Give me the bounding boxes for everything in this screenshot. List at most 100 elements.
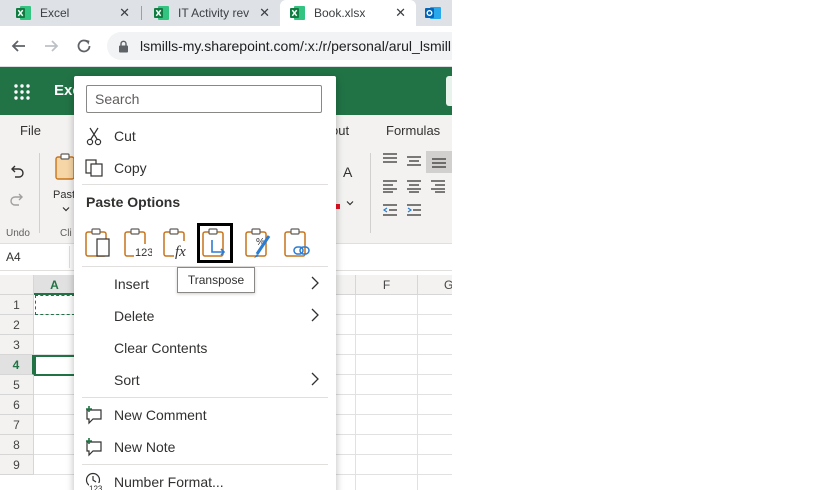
row-header-7[interactable]: 7 <box>0 415 34 435</box>
increase-indent-icon[interactable] <box>406 203 422 217</box>
header-button[interactable] <box>446 76 452 106</box>
number-format-glyph: 123 <box>89 485 103 490</box>
new-note-icon <box>86 438 102 457</box>
ribbon-separator <box>370 153 371 233</box>
menu-item-label: New Note <box>114 439 176 455</box>
transpose-tooltip: Transpose <box>177 267 255 293</box>
chevron-right-icon <box>311 308 319 322</box>
scissors-icon <box>86 127 102 146</box>
row-header-6[interactable]: 6 <box>0 395 34 415</box>
row-header-5[interactable]: 5 <box>0 375 34 395</box>
chevron-right-icon <box>311 276 319 290</box>
app-launcher-icon[interactable] <box>13 83 31 101</box>
menu-item-number-format[interactable]: 123 Number Format... <box>74 467 336 490</box>
tab-label: Excel <box>40 6 70 20</box>
menu-item-copy[interactable]: Copy <box>74 153 336 183</box>
paste-formatting-icon[interactable]: % <box>243 226 273 260</box>
row-header-2[interactable]: 2 <box>0 315 34 335</box>
menu-item-clear-contents[interactable]: Clear Contents <box>74 333 336 363</box>
back-arrow-icon[interactable] <box>9 36 29 56</box>
align-bottom-selected[interactable] <box>426 151 452 173</box>
paste-transpose-icon[interactable] <box>197 223 233 263</box>
align-left-icon[interactable] <box>382 179 398 193</box>
menu-item-label: Number Format... <box>114 474 224 490</box>
tab-file[interactable]: File <box>20 123 41 138</box>
menu-item-cut[interactable]: Cut <box>74 121 336 151</box>
align-top-icon[interactable] <box>382 152 398 166</box>
menu-item-label: Insert <box>114 276 150 292</box>
tab-strip: Excel ✕ IT Activity rev ✕ Book.xlsx ✕ <box>0 0 452 26</box>
menu-item-label: New Comment <box>114 407 207 423</box>
row-header-4[interactable]: 4 <box>0 355 34 375</box>
tab-excel[interactable]: Excel ✕ <box>0 0 140 26</box>
undo-group-label: Undo <box>6 228 30 239</box>
paste-label[interactable]: Past <box>53 189 75 201</box>
tab-it-activity[interactable]: IT Activity rev ✕ <box>142 0 280 26</box>
column-header-f[interactable]: F <box>356 275 418 295</box>
address-bar: lsmills-my.sharepoint.com/:x:/r/personal… <box>0 26 452 67</box>
active-cell[interactable] <box>34 355 76 376</box>
row-header-3[interactable]: 3 <box>0 335 34 355</box>
tab-book-xlsx[interactable]: Book.xlsx ✕ <box>280 0 416 26</box>
tab-label: IT Activity rev <box>178 6 250 20</box>
excel-icon <box>16 6 31 20</box>
align-bottom-icon <box>432 158 446 168</box>
column-header-a[interactable]: A <box>34 275 76 295</box>
select-all-corner[interactable] <box>0 275 34 295</box>
menu-item-label: Delete <box>114 308 155 324</box>
decrease-indent-icon[interactable] <box>382 203 398 217</box>
ribbon-separator <box>39 153 40 233</box>
paste-values-icon[interactable]: 123 <box>122 226 152 260</box>
menu-item-sort[interactable]: Sort <box>74 365 336 395</box>
chevron-right-icon <box>311 372 319 386</box>
tab-outlook[interactable] <box>416 0 452 26</box>
paste-icon[interactable] <box>83 226 113 260</box>
lock-icon <box>119 40 128 53</box>
paste-formulas-glyph: fx <box>175 244 186 260</box>
align-middle-icon[interactable] <box>406 154 422 168</box>
redo-icon[interactable] <box>8 191 26 209</box>
browser-window: Excel ✕ IT Activity rev ✕ Book.xlsx ✕ ls… <box>0 0 452 490</box>
close-icon[interactable]: ✕ <box>395 5 406 21</box>
omnibox[interactable]: lsmills-my.sharepoint.com/:x:/r/personal… <box>107 32 452 60</box>
menu-search-input[interactable] <box>86 85 322 113</box>
menu-item-new-note[interactable]: New Note <box>74 432 336 462</box>
row-header-8[interactable]: 8 <box>0 435 34 455</box>
url-text: lsmills-my.sharepoint.com/:x:/r/personal… <box>140 38 451 54</box>
excel-icon <box>290 6 305 20</box>
paste-link-icon[interactable] <box>282 226 312 260</box>
undo-icon[interactable] <box>8 163 26 181</box>
close-icon[interactable]: ✕ <box>259 5 270 21</box>
grid-line <box>417 295 418 490</box>
grow-font-icon[interactable]: A <box>343 164 352 180</box>
row-header-1[interactable]: 1 <box>0 295 34 315</box>
forward-arrow-icon[interactable] <box>41 36 61 56</box>
menu-separator <box>82 184 328 185</box>
paste-values-glyph: 123 <box>135 247 152 259</box>
new-comment-icon <box>86 406 102 425</box>
menu-separator <box>82 397 328 398</box>
chevron-down-icon[interactable] <box>62 205 70 213</box>
tab-label: Book.xlsx <box>314 6 366 20</box>
menu-item-label: Cut <box>114 128 136 144</box>
tab-formulas[interactable]: Formulas <box>386 123 440 138</box>
menu-item-new-comment[interactable]: New Comment <box>74 400 336 430</box>
menu-item-label: Copy <box>114 160 147 176</box>
name-box[interactable]: A4 <box>0 246 70 268</box>
reload-icon[interactable] <box>74 36 94 56</box>
copy-marquee <box>35 295 75 315</box>
align-center-icon[interactable] <box>406 179 422 193</box>
clipboard-group-label: Cli <box>60 228 72 239</box>
menu-item-delete[interactable]: Delete <box>74 301 336 331</box>
number-format-icon: 123 <box>85 472 104 490</box>
chevron-down-icon[interactable] <box>346 199 354 207</box>
paste-icon[interactable] <box>54 153 76 181</box>
paste-formulas-icon[interactable]: fx <box>161 226 191 260</box>
close-icon[interactable]: ✕ <box>119 5 130 21</box>
column-header-g[interactable]: G <box>418 275 452 295</box>
outlook-icon <box>425 7 441 19</box>
menu-separator <box>82 464 328 465</box>
align-right-icon[interactable] <box>430 179 446 193</box>
font-color-swatch <box>336 204 340 209</box>
row-header-9[interactable]: 9 <box>0 455 34 475</box>
